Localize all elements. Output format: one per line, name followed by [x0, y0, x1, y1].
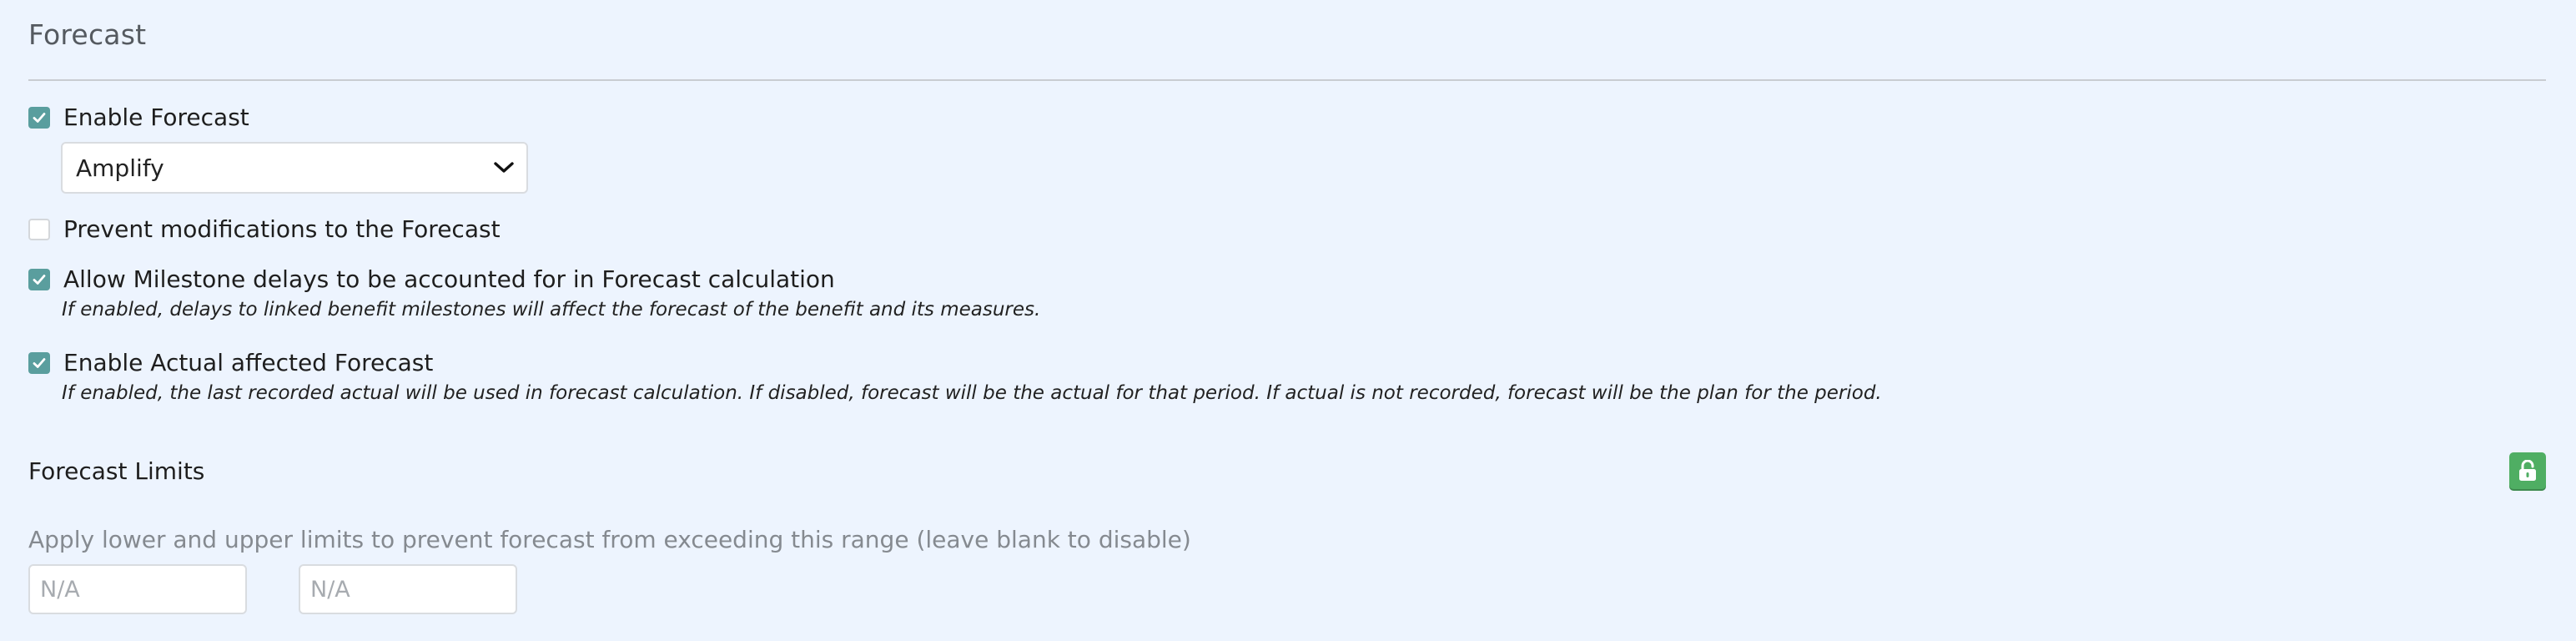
actual-affected-help: If enabled, the last recorded actual wil…	[62, 382, 1882, 404]
lock-toggle-button[interactable]	[2509, 452, 2546, 489]
prevent-modifications-row[interactable]: Prevent modifications to the Forecast	[28, 215, 501, 243]
forecast-limits-title: Forecast Limits	[28, 457, 205, 485]
section-title: Forecast	[28, 18, 147, 51]
lower-limit-input[interactable]	[28, 564, 247, 614]
prevent-modifications-label: Prevent modifications to the Forecast	[63, 215, 501, 243]
milestone-delays-checkbox[interactable]	[28, 268, 50, 290]
checkmark-icon	[33, 112, 46, 123]
checkmark-icon	[33, 357, 46, 368]
chevron-down-icon	[494, 162, 514, 173]
milestone-delays-help: If enabled, delays to linked benefit mil…	[62, 299, 1041, 320]
prevent-modifications-checkbox[interactable]	[28, 218, 50, 240]
upper-limit-input[interactable]	[299, 564, 517, 614]
checkmark-icon	[33, 274, 46, 285]
milestone-delays-label: Allow Milestone delays to be accounted f…	[63, 265, 835, 293]
actual-affected-label: Enable Actual affected Forecast	[63, 349, 434, 376]
actual-affected-checkbox[interactable]	[28, 351, 50, 374]
enable-forecast-checkbox[interactable]	[28, 106, 50, 129]
forecast-limits-description: Apply lower and upper limits to prevent …	[28, 526, 1191, 553]
enable-forecast-row[interactable]: Enable Forecast	[28, 103, 249, 131]
unlock-icon	[2519, 460, 2536, 481]
section-divider	[28, 79, 2546, 81]
forecast-method-select[interactable]: Amplify	[61, 142, 528, 194]
forecast-method-value: Amplify	[76, 154, 164, 182]
milestone-delays-row[interactable]: Allow Milestone delays to be accounted f…	[28, 265, 835, 293]
actual-affected-row[interactable]: Enable Actual affected Forecast	[28, 349, 433, 376]
enable-forecast-label: Enable Forecast	[63, 103, 249, 131]
